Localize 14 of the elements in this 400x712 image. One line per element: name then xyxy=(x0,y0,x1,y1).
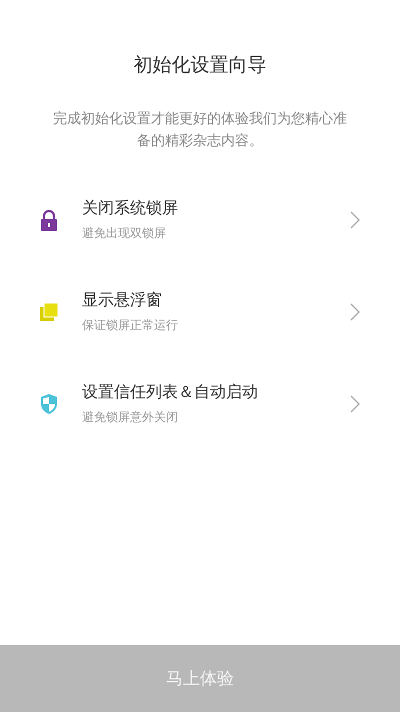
lock-icon xyxy=(38,209,60,231)
chevron-icon[interactable] xyxy=(350,211,360,229)
chevron-icon[interactable] xyxy=(350,303,360,321)
page-title: 初始化设置向导 xyxy=(132,53,268,78)
step-subtitle: 避免锁屏意外关闭 xyxy=(82,409,179,426)
step-title[interactable]: 显示悬浮窗 xyxy=(82,290,350,311)
intro-text: 完成初始化设置才能更好的体验我们为您精心准备的精彩杂志内容。 xyxy=(52,110,348,151)
step-subtitle: 避免出现双锁屏 xyxy=(82,225,167,242)
chevron-icon[interactable] xyxy=(350,395,360,413)
step-title[interactable]: 关闭系统锁屏 xyxy=(82,198,350,219)
windows-icon xyxy=(38,301,60,323)
step-subtitle: 保证锁屏正常运行 xyxy=(82,317,179,334)
step-title[interactable]: 设置信任列表＆自动启动 xyxy=(82,382,350,403)
shield-icon xyxy=(38,393,60,415)
